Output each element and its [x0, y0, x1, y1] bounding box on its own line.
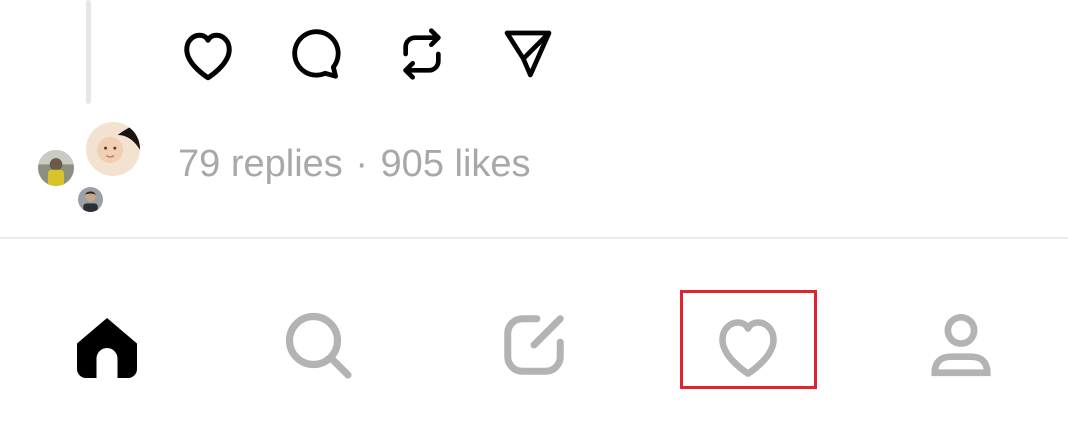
likes-count[interactable]: 905 likes — [381, 143, 531, 185]
send-icon — [504, 30, 552, 78]
like-button[interactable] — [176, 22, 240, 86]
replier-avatar[interactable] — [36, 148, 76, 188]
repost-button[interactable] — [390, 22, 454, 86]
replies-count[interactable]: 79 replies — [178, 143, 343, 185]
replier-avatar-photo — [78, 187, 103, 212]
compose-icon — [504, 315, 564, 375]
nav-home[interactable] — [62, 300, 152, 390]
bottom-nav-divider — [0, 237, 1068, 239]
stats-separator: · — [355, 143, 368, 185]
replier-avatar-photo — [38, 150, 74, 186]
person-icon — [931, 313, 991, 377]
post-stats[interactable]: 79 replies · 905 likes — [178, 138, 531, 190]
nav-activity-highlight-box — [680, 290, 817, 389]
home-icon — [77, 318, 137, 378]
heart-icon — [184, 32, 232, 81]
replier-avatar-photo — [86, 122, 140, 176]
share-button[interactable] — [496, 22, 560, 86]
nav-search[interactable] — [273, 300, 363, 390]
repost-icon — [403, 28, 441, 80]
nav-compose[interactable] — [489, 300, 579, 390]
reply-button[interactable] — [283, 22, 347, 86]
replier-avatar[interactable] — [84, 120, 142, 178]
comment-icon — [292, 29, 341, 79]
nav-profile[interactable] — [916, 300, 1006, 390]
thread-connector-line — [86, 0, 91, 104]
search-icon — [285, 312, 352, 379]
replier-avatar[interactable] — [76, 185, 105, 214]
